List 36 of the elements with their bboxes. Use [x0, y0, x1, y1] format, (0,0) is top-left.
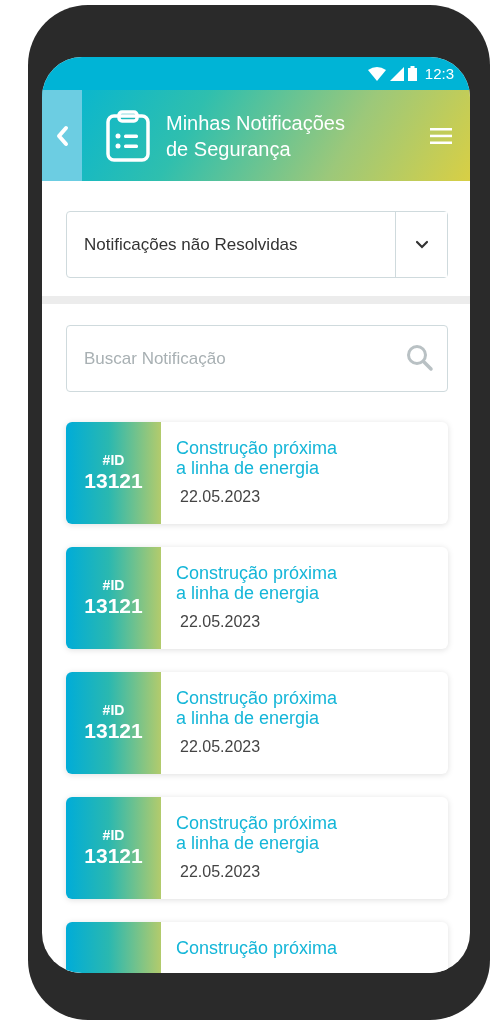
- notification-title: Construção próxima a linha de energia: [176, 813, 339, 853]
- notification-date: 22.05.2023: [179, 737, 262, 757]
- id-number: 13121: [84, 468, 143, 494]
- signal-icon: [389, 66, 404, 81]
- notification-card[interactable]: #ID 13121 Construção próxima a linha de energia 22.05.2023: [66, 422, 448, 524]
- search-icon: [406, 344, 434, 372]
- id-number: 13121: [84, 843, 143, 869]
- notification-date: 22.05.2023: [179, 487, 262, 507]
- id-number: 13121: [84, 593, 143, 619]
- notification-title: Construção próxima a linha de energia: [176, 438, 339, 478]
- notification-title: Construção próxima a linha de energia: [176, 688, 339, 728]
- dropdown-value: Notificações não Resolvidas: [83, 233, 298, 256]
- notification-date: 22.05.2023: [179, 612, 262, 632]
- notification-title: Construção próxima a linha de energia: [176, 563, 339, 603]
- id-label: #ID: [102, 577, 125, 593]
- notification-card[interactable]: #ID 13121 Construção próxima a linha de energia 22.05.2023: [66, 547, 448, 649]
- id-label: #ID: [102, 827, 125, 843]
- back-icon: [55, 124, 69, 147]
- notification-card[interactable]: #ID 13121 Construção próxima a linha de energia 22.05.2023: [66, 672, 448, 774]
- search-field[interactable]: Buscar Notificação: [66, 325, 448, 392]
- page-title: Minhas Notificações de Segurança: [166, 110, 346, 162]
- notification-title: Construção próxima: [176, 938, 339, 958]
- clock-time: 12:3: [424, 66, 454, 81]
- chevron-down-icon: [414, 240, 429, 249]
- notification-card[interactable]: #ID 13121 Construção próxima a linha de energia 22.05.2023: [66, 797, 448, 899]
- notification-date: 22.05.2023: [179, 862, 262, 882]
- dropdown-toggle[interactable]: [395, 212, 447, 277]
- id-label: #ID: [102, 702, 125, 718]
- back-button[interactable]: [42, 90, 82, 181]
- menu-icon: [430, 128, 452, 145]
- wifi-icon: [367, 66, 386, 81]
- id-number: 13121: [84, 718, 143, 744]
- id-label: #ID: [102, 452, 125, 468]
- filter-dropdown[interactable]: Notificações não Resolvidas: [66, 211, 448, 278]
- battery-icon: [407, 66, 417, 81]
- clipboard-icon: [106, 109, 150, 162]
